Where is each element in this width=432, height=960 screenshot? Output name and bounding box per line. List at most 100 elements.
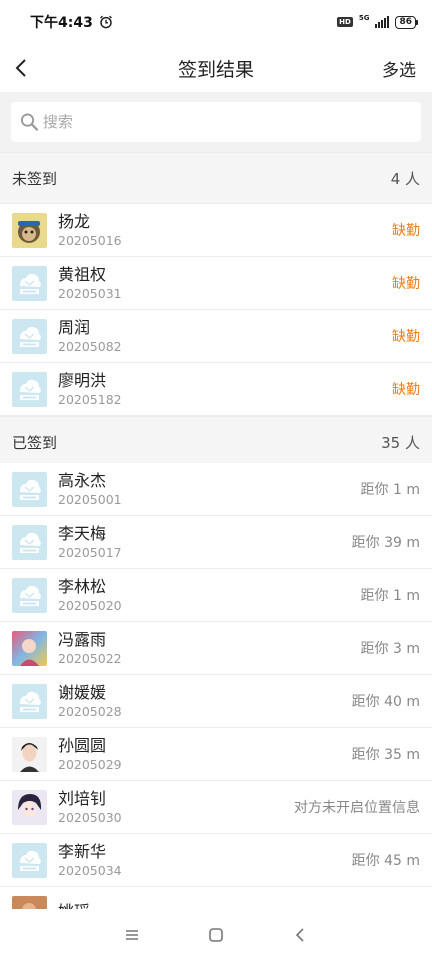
avatar [12, 789, 47, 825]
distance-status: 距你 3 m [360, 641, 420, 657]
search-input[interactable] [42, 113, 412, 131]
student-id: 20205001 [58, 492, 122, 508]
list-item[interactable]: 扬龙 20205016 缺勤 [0, 204, 432, 257]
student-name: 李林松 [58, 576, 107, 596]
student-name: 廖明洪 [58, 370, 107, 390]
search-box[interactable] [11, 102, 421, 142]
avatar [12, 736, 47, 772]
student-name: 姚瑶 [58, 902, 420, 909]
absent-list: 扬龙 20205016 缺勤 黄祖权 20205031 缺勤 周润 20205082 缺勤 廖明洪… [0, 204, 432, 416]
avatar [12, 318, 47, 354]
alarm-icon [99, 15, 112, 29]
menu-icon[interactable] [117, 920, 147, 950]
back-button[interactable] [14, 56, 38, 80]
item-text: 李新华 20205034 [58, 842, 352, 878]
student-name: 周润 [58, 317, 91, 337]
absent-section-title: 未签到 [12, 169, 58, 188]
list-item[interactable]: 周润 20205082 缺勤 [0, 310, 432, 363]
absent-section-header: 未签到 4 人 [0, 152, 432, 204]
hd-badge: HD [337, 17, 353, 27]
list-item[interactable]: 孙圆圆 20205029 距你 35 m [0, 728, 432, 781]
search-icon [20, 113, 39, 131]
status-bar: 下午4:43 HD 5G 86 [0, 0, 432, 44]
battery-level: 86 [395, 15, 416, 29]
attendance-status: 缺勤 [392, 223, 420, 239]
avatar [12, 371, 47, 407]
list-item[interactable]: 谢媛媛 20205028 距你 40 m [0, 675, 432, 728]
student-name: 扬龙 [58, 211, 91, 231]
student-id: 20205029 [58, 757, 122, 773]
present-list-viewport: 高永杰 20205001 距你 1 m 李天梅 20205017 距你 39 m 李林松 20… [0, 463, 432, 909]
signal-icon [375, 16, 390, 28]
list-item[interactable]: 刘培钊 20205030 对方未开启位置信息 [0, 781, 432, 834]
student-id: 20205022 [58, 651, 122, 667]
student-name: 孙圆圆 [58, 735, 107, 755]
distance-status: 距你 39 m [351, 535, 420, 551]
list-item[interactable]: 冯露雨 20205022 距你 3 m [0, 622, 432, 675]
item-text: 刘培钊 20205030 [58, 789, 294, 825]
avatar [12, 524, 47, 560]
search-area [0, 92, 432, 152]
student-id: 20205028 [58, 704, 122, 720]
student-name: 冯露雨 [58, 629, 107, 649]
distance-status: 距你 35 m [351, 747, 420, 763]
system-nav-bar [0, 910, 432, 960]
present-section-title: 已签到 [12, 433, 58, 452]
list-item[interactable]: 高永杰 20205001 距你 1 m [0, 463, 432, 516]
item-text: 周润 20205082 [58, 318, 392, 354]
list-item[interactable]: 李林松 20205020 距你 1 m [0, 569, 432, 622]
status-left: 下午4:43 [30, 12, 113, 32]
multi-select-button[interactable]: 多选 [382, 56, 416, 81]
item-text: 高永杰 20205001 [58, 471, 361, 507]
back-icon[interactable] [285, 920, 315, 950]
list-item[interactable]: 廖明洪 20205182 缺勤 [0, 363, 432, 416]
avatar [12, 212, 47, 248]
distance-status: 距你 1 m [360, 482, 420, 498]
student-name: 李天梅 [58, 523, 107, 543]
item-text: 廖明洪 20205182 [58, 371, 392, 407]
avatar [12, 577, 47, 613]
chevron-left-icon [15, 59, 26, 77]
avatar [12, 842, 47, 878]
status-time: 下午4:43 [30, 15, 93, 31]
student-id: 20205030 [58, 810, 122, 826]
present-list: 高永杰 20205001 距你 1 m 李天梅 20205017 距你 39 m 李林松 20… [0, 463, 432, 909]
student-id: 20205016 [58, 233, 122, 249]
avatar [12, 471, 47, 507]
student-name: 黄祖权 [58, 264, 107, 284]
item-text: 扬龙 20205016 [58, 212, 392, 248]
student-name: 李新华 [58, 841, 107, 861]
battery-icon: 86 [395, 15, 418, 29]
list-item[interactable]: 姚瑶 [0, 887, 432, 909]
list-item[interactable]: 李新华 20205034 距你 45 m [0, 834, 432, 887]
attendance-status: 缺勤 [392, 382, 420, 398]
attendance-status: 缺勤 [392, 329, 420, 345]
absent-count: 4 人 [390, 169, 420, 188]
distance-status: 对方未开启位置信息 [294, 800, 420, 816]
distance-status: 距你 1 m [360, 588, 420, 604]
list-item[interactable]: 李天梅 20205017 距你 39 m [0, 516, 432, 569]
student-id: 20205031 [58, 286, 122, 302]
page-title: 签到结果 [177, 58, 254, 81]
item-text: 冯露雨 20205022 [58, 630, 361, 666]
item-text: 李林松 20205020 [58, 577, 361, 613]
list-item[interactable]: 黄祖权 20205031 缺勤 [0, 257, 432, 310]
student-id: 20205017 [58, 545, 122, 561]
distance-status: 距你 40 m [351, 694, 420, 710]
item-text: 谢媛媛 20205028 [58, 683, 352, 719]
avatar [12, 683, 47, 719]
home-icon[interactable] [201, 920, 231, 950]
distance-status: 距你 45 m [351, 853, 420, 869]
present-count: 35 人 [381, 433, 420, 452]
avatar [12, 265, 47, 301]
network-label: 5G [358, 13, 370, 22]
item-text: 姚瑶 [58, 902, 420, 909]
status-right: HD 5G 86 [337, 13, 418, 29]
attendance-status: 缺勤 [392, 276, 420, 292]
student-name: 刘培钊 [58, 788, 107, 808]
present-section-header: 已签到 35 人 [0, 416, 432, 468]
student-name: 谢媛媛 [58, 682, 107, 702]
student-id: 20205182 [58, 392, 122, 408]
item-text: 李天梅 20205017 [58, 524, 352, 560]
avatar [12, 895, 47, 909]
